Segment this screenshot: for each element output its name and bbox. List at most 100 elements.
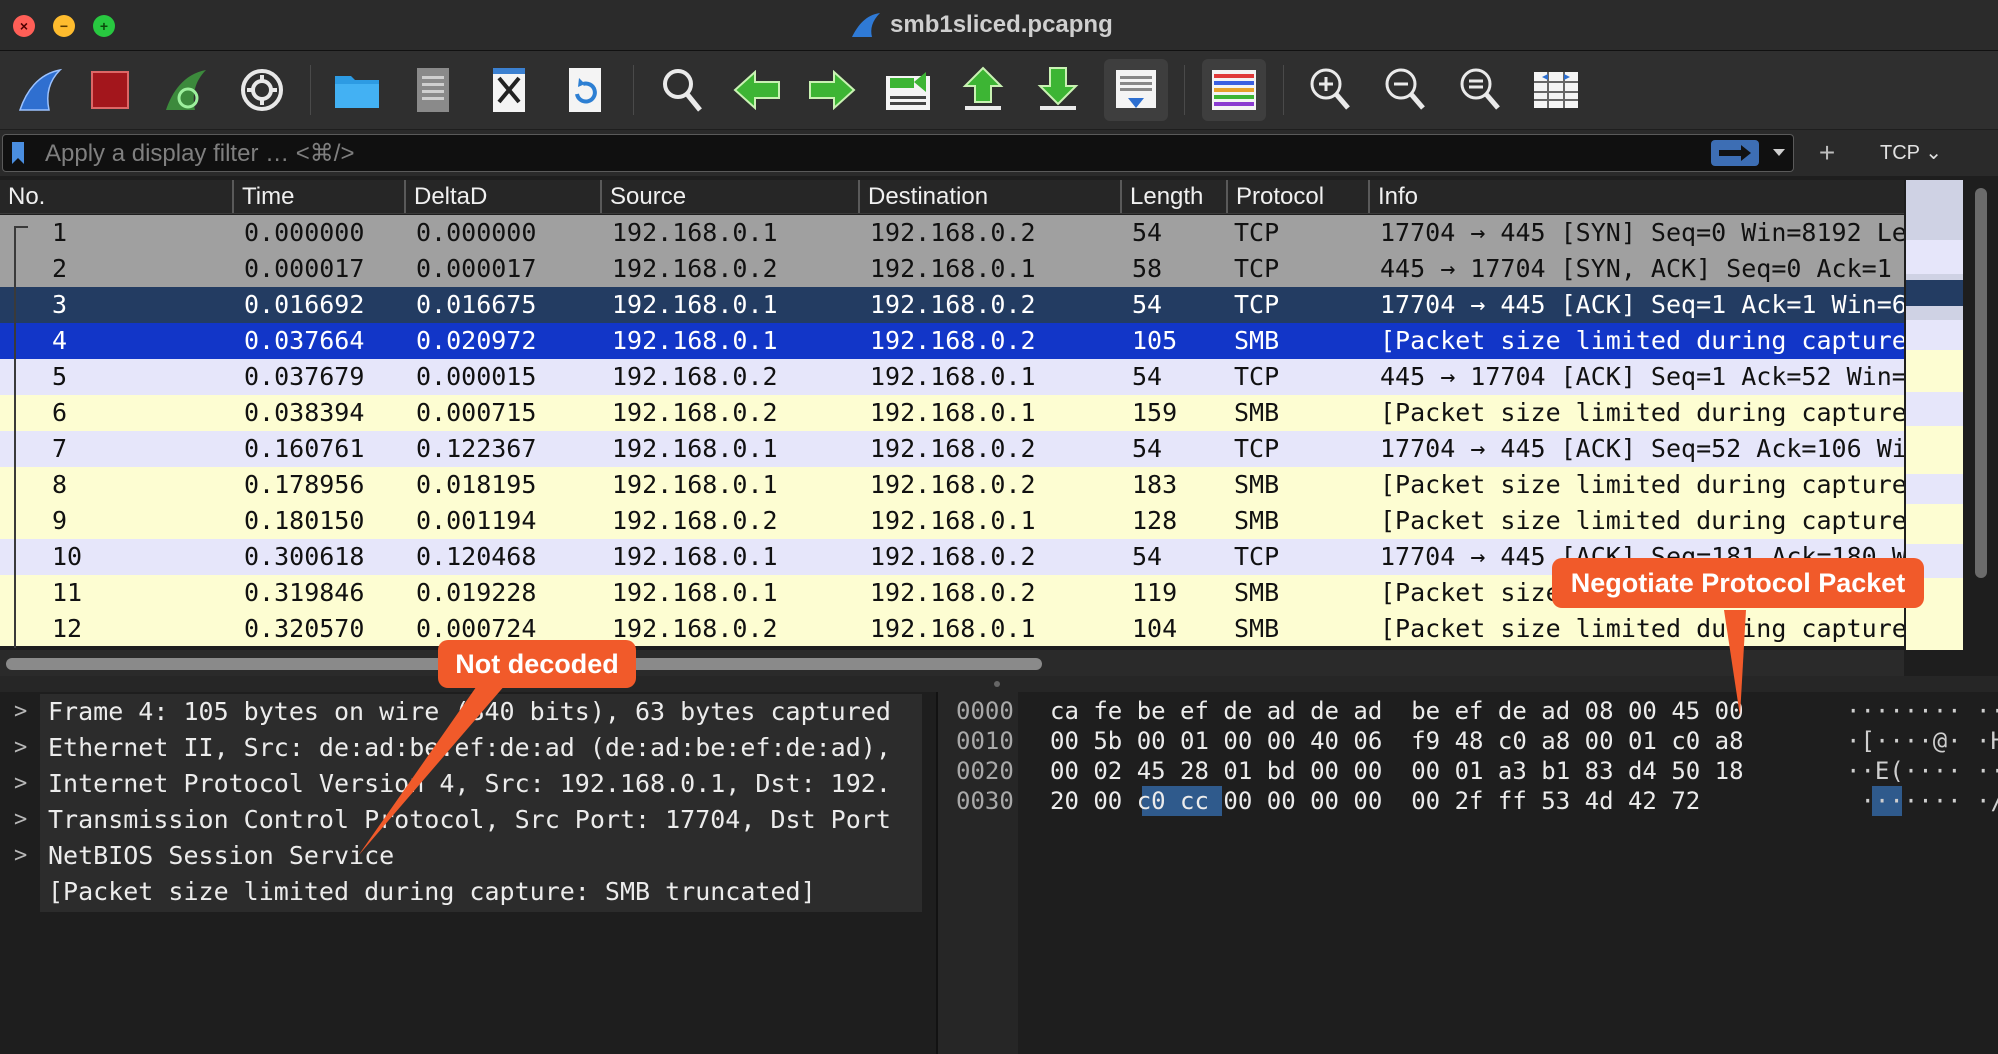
stop-capture-button[interactable] xyxy=(78,59,142,121)
packet-row[interactable]: 3 0.016692 0.016675 192.168.0.1 192.168.0.2 5… xyxy=(0,287,1904,323)
ascii-bytes[interactable]: ········ ······E· xyxy=(1846,696,1998,726)
cell-no: 2 xyxy=(52,254,68,283)
toolbar-separator xyxy=(1184,65,1185,115)
packet-list-horizontal-scrollbar[interactable] xyxy=(0,650,1904,676)
expand-arrow-icon[interactable]: > xyxy=(14,838,34,874)
ascii-bytes[interactable]: ······· ·/·SMBr xyxy=(1846,786,1998,816)
byte-offset: 0010 xyxy=(956,727,1014,755)
cell-deltad: 0.020972 xyxy=(416,326,537,355)
packet-row[interactable]: 2 0.000017 0.000017 192.168.0.2 192.168.0.1 5… xyxy=(0,251,1904,287)
start-capture-button[interactable] xyxy=(8,59,72,121)
bookmark-icon[interactable] xyxy=(11,141,25,165)
packet-row[interactable]: 7 0.160761 0.122367 192.168.0.1 192.168.0.2 5… xyxy=(0,431,1904,467)
colorize-button[interactable] xyxy=(1202,59,1266,121)
details-tree-item[interactable]: > NetBIOS Session Service xyxy=(0,838,936,874)
hex-bytes[interactable]: ca fe be ef de ad de ad be ef de ad 08 0… xyxy=(1050,696,1744,726)
hex-bytes[interactable]: 20 00 c0 cc 00 00 00 00 00 2f ff 53 4d 4… xyxy=(1050,786,1700,816)
zoom-out-icon xyxy=(1385,68,1425,110)
column-header-length[interactable]: Length xyxy=(1120,180,1226,213)
chevron-down-icon xyxy=(1773,149,1785,156)
cell-protocol: TCP xyxy=(1234,254,1280,283)
cell-deltad: 0.000017 xyxy=(416,254,537,283)
expand-arrow-icon[interactable]: > xyxy=(14,730,34,766)
packet-row[interactable]: 12 0.320570 0.000724 192.168.0.2 192.168.0.1… xyxy=(0,611,1904,646)
column-header-destination[interactable]: Destination xyxy=(858,180,1120,213)
cell-destination: 192.168.0.1 xyxy=(870,254,1036,283)
go-forward-button[interactable] xyxy=(800,59,864,121)
go-back-button[interactable] xyxy=(725,59,789,121)
cell-deltad: 0.122367 xyxy=(416,434,537,463)
details-tree-item[interactable]: > Ethernet II, Src: de:ad:be:ef:de:ad (de… xyxy=(0,730,936,766)
cell-length: 159 xyxy=(1132,398,1178,427)
expand-arrow-icon[interactable]: > xyxy=(14,802,34,838)
packet-row[interactable]: 4 0.037664 0.020972 192.168.0.1 192.168.0.2 1… xyxy=(0,323,1904,359)
find-packet-icon xyxy=(663,69,702,112)
restart-capture-button[interactable] xyxy=(154,59,218,121)
normal-size-button[interactable] xyxy=(1448,59,1512,121)
column-header-time[interactable]: Time xyxy=(232,180,404,213)
packet-row[interactable]: 1 0.000000 0.000000 192.168.0.1 192.168.0.2 5… xyxy=(0,215,1904,251)
zoom-in-icon xyxy=(1310,68,1350,110)
column-header-deltad[interactable]: DeltaD xyxy=(404,180,600,213)
zoom-window-button[interactable]: + xyxy=(93,15,115,37)
cell-protocol: SMB xyxy=(1234,506,1280,535)
hex-bytes[interactable]: 00 02 45 28 01 bd 00 00 00 01 a3 b1 83 d… xyxy=(1050,756,1744,786)
first-packet-button[interactable] xyxy=(951,59,1015,121)
details-tree-item[interactable]: > Frame 4: 105 bytes on wire (840 bits), … xyxy=(0,694,936,730)
find-packet-button[interactable] xyxy=(650,59,714,121)
cell-destination: 192.168.0.1 xyxy=(870,614,1036,643)
close-window-button[interactable]: × xyxy=(13,15,35,37)
packet-row[interactable]: 8 0.178956 0.018195 192.168.0.1 192.168.0.2 1… xyxy=(0,467,1904,503)
column-header-protocol[interactable]: Protocol xyxy=(1226,180,1368,213)
add-filter-button[interactable]: + xyxy=(1812,130,1842,176)
close-file-button[interactable] xyxy=(477,59,541,121)
details-tree-item[interactable]: [Packet size limited during capture: SMB… xyxy=(0,874,936,910)
cell-source: 192.168.0.2 xyxy=(612,614,778,643)
open-file-button[interactable] xyxy=(325,59,389,121)
go-to-packet-button[interactable] xyxy=(876,59,940,121)
bytes-row: 0000 ca fe be ef de ad de ad be ef de ad … xyxy=(938,696,1998,726)
minimap-stripe xyxy=(1906,426,1963,474)
zoom-out-button[interactable] xyxy=(1373,59,1437,121)
byte-offset: 0000 xyxy=(956,697,1014,725)
minimize-window-button[interactable]: − xyxy=(53,15,75,37)
ascii-bytes[interactable]: ·[····@· ·H······ xyxy=(1846,726,1998,756)
splitter-handle[interactable] xyxy=(994,681,1000,687)
minimap-stripe xyxy=(1906,240,1963,274)
display-filter-input[interactable] xyxy=(43,138,1687,170)
zoom-in-button[interactable] xyxy=(1298,59,1362,121)
cell-length: 54 xyxy=(1132,542,1163,571)
last-packet-button[interactable] xyxy=(1026,59,1090,121)
save-file-button[interactable] xyxy=(401,59,465,121)
resize-columns-button[interactable] xyxy=(1524,59,1588,121)
autoscroll-button[interactable] xyxy=(1104,59,1168,121)
reload-file-button[interactable] xyxy=(553,59,617,121)
apply-filter-button[interactable] xyxy=(1711,140,1759,166)
cell-no: 6 xyxy=(52,398,68,427)
expand-arrow-icon[interactable]: > xyxy=(14,694,34,730)
cell-source: 192.168.0.1 xyxy=(612,578,778,607)
minimap-stripe xyxy=(1906,474,1963,504)
pane-splitter[interactable] xyxy=(0,676,1998,692)
column-header-no[interactable]: No. xyxy=(0,180,232,213)
details-tree-item[interactable]: > Internet Protocol Version 4, Src: 192.1… xyxy=(0,766,936,802)
packet-row[interactable]: 5 0.037679 0.000015 192.168.0.2 192.168.0.1 5… xyxy=(0,359,1904,395)
cell-time: 0.180150 xyxy=(244,506,365,535)
cell-deltad: 0.000015 xyxy=(416,362,537,391)
ascii-bytes[interactable]: ··E(···· ······P· xyxy=(1846,756,1998,786)
cell-time: 0.319846 xyxy=(244,578,365,607)
shark-fin-icon xyxy=(852,13,880,37)
packet-row[interactable]: 6 0.038394 0.000715 192.168.0.2 192.168.0.1 1… xyxy=(0,395,1904,431)
column-header-source[interactable]: Source xyxy=(600,180,858,213)
column-header-info[interactable]: Info xyxy=(1368,180,1904,213)
details-tree-item[interactable]: > Transmission Control Protocol, Src Port… xyxy=(0,802,936,838)
packet-row[interactable]: 9 0.180150 0.001194 192.168.0.2 192.168.0.1 1… xyxy=(0,503,1904,539)
vertical-scroll-thumb[interactable] xyxy=(1975,188,1987,578)
hex-bytes[interactable]: 00 5b 00 01 00 00 40 06 f9 48 c0 a8 00 0… xyxy=(1050,726,1744,756)
packet-list-vertical-scrollbar[interactable] xyxy=(1967,180,1998,676)
expand-arrow-icon[interactable]: > xyxy=(14,766,34,802)
cell-source: 192.168.0.2 xyxy=(612,362,778,391)
capture-options-button[interactable] xyxy=(230,59,294,121)
filter-button-tcp[interactable]: TCP ⌄ xyxy=(1880,130,1970,176)
filter-history-button[interactable] xyxy=(1769,141,1789,165)
